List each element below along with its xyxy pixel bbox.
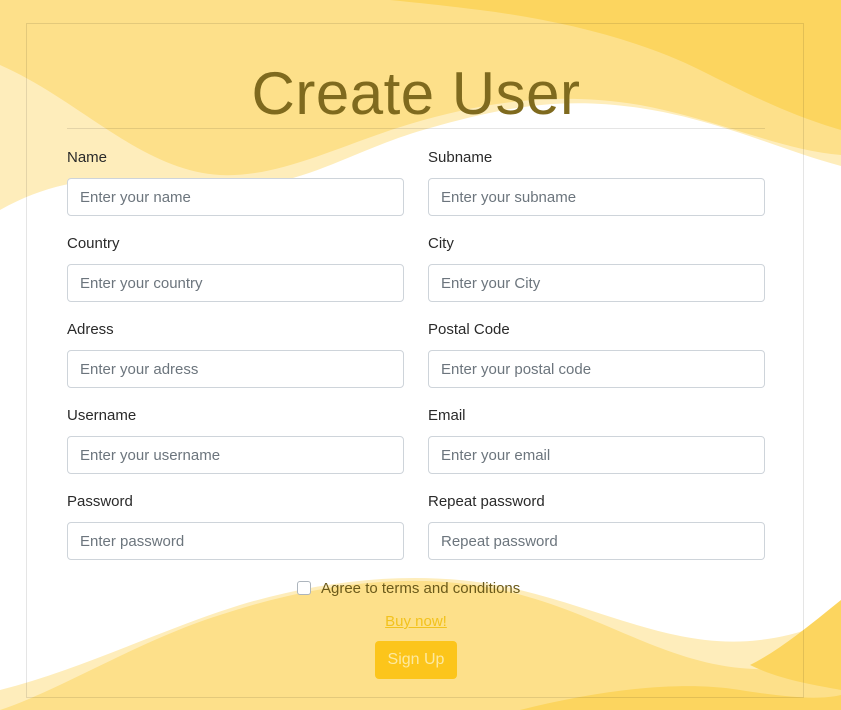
subname-input[interactable] <box>428 178 765 216</box>
agree-terms-row: Agree to terms and conditions <box>297 578 520 598</box>
agree-terms-checkbox[interactable] <box>297 581 311 595</box>
email-input[interactable] <box>428 436 765 474</box>
city-field-group: City <box>428 233 765 302</box>
adress-label: Adress <box>67 321 114 338</box>
postal-code-input[interactable] <box>428 350 765 388</box>
repeat-password-label: Repeat password <box>428 493 545 510</box>
repeat-password-input[interactable] <box>428 522 765 560</box>
buy-now-link[interactable]: Buy now! <box>27 612 805 632</box>
country-label: Country <box>67 235 120 252</box>
country-input[interactable] <box>67 264 404 302</box>
adress-field-group: Adress <box>67 319 404 388</box>
password-input[interactable] <box>67 522 404 560</box>
subname-field-group: Subname <box>428 147 765 216</box>
city-label: City <box>428 235 454 252</box>
postal-code-field-group: Postal Code <box>428 319 765 388</box>
name-input[interactable] <box>67 178 404 216</box>
adress-input[interactable] <box>67 350 404 388</box>
subname-label: Subname <box>428 149 493 166</box>
username-label: Username <box>67 407 137 424</box>
sign-up-button[interactable]: Sign Up <box>375 641 457 679</box>
repeat-password-field-group: Repeat password <box>428 491 765 560</box>
postal-code-label: Postal Code <box>428 321 510 338</box>
username-input[interactable] <box>67 436 404 474</box>
title-divider <box>67 128 765 129</box>
page-title: Create User <box>251 60 581 127</box>
username-field-group: Username <box>67 405 404 474</box>
email-label: Email <box>428 407 466 424</box>
create-user-card: Create User Name Subname Country City Ad… <box>26 23 804 698</box>
country-field-group: Country <box>67 233 404 302</box>
password-field-group: Password <box>67 491 404 560</box>
password-label: Password <box>67 493 133 510</box>
name-label: Name <box>67 149 108 166</box>
email-field-group: Email <box>428 405 765 474</box>
name-field-group: Name <box>67 147 404 216</box>
agree-terms-label[interactable]: Agree to terms and conditions <box>321 580 520 597</box>
city-input[interactable] <box>428 264 765 302</box>
